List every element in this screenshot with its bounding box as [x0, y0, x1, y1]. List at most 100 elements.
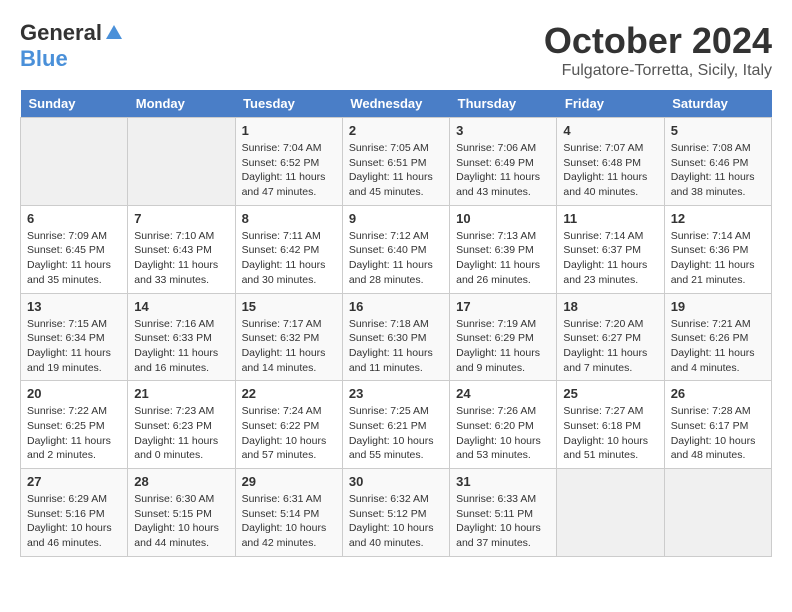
day-number: 13	[27, 299, 121, 314]
day-number: 31	[456, 474, 550, 489]
day-cell: 26Sunrise: 7:28 AM Sunset: 6:17 PM Dayli…	[664, 381, 771, 469]
header-wednesday: Wednesday	[342, 90, 449, 118]
day-info: Sunrise: 7:21 AM Sunset: 6:26 PM Dayligh…	[671, 317, 765, 376]
day-number: 11	[563, 211, 657, 226]
header-sunday: Sunday	[21, 90, 128, 118]
day-info: Sunrise: 7:20 AM Sunset: 6:27 PM Dayligh…	[563, 317, 657, 376]
day-cell: 12 Sunrise: 7:14 AM Sunset: 6:36 PM Dayli…	[664, 205, 771, 293]
day-info: Sunrise: 7:07 AM Sunset: 6:48 PM Dayligh…	[563, 141, 657, 200]
day-info: Sunrise: 7:25 AM Sunset: 6:21 PM Dayligh…	[349, 404, 443, 463]
day-cell: 3 Sunrise: 7:06 AM Sunset: 6:49 PM Daylig…	[450, 118, 557, 206]
day-info: Sunrise: 7:10 AM Sunset: 6:43 PM Dayligh…	[134, 229, 228, 288]
day-info: Sunrise: 7:05 AM Sunset: 6:51 PM Dayligh…	[349, 141, 443, 200]
day-number: 12	[671, 211, 765, 226]
day-cell	[557, 469, 664, 557]
day-info: Sunrise: 6:29 AM Sunset: 5:16 PM Dayligh…	[27, 492, 121, 551]
day-cell: 6 Sunrise: 7:09 AM Sunset: 6:45 PM Daylig…	[21, 205, 128, 293]
day-number: 20	[27, 386, 121, 401]
day-number: 9	[349, 211, 443, 226]
day-info: Sunrise: 6:32 AM Sunset: 5:12 PM Dayligh…	[349, 492, 443, 551]
day-cell: 8Sunrise: 7:11 AM Sunset: 6:42 PM Daylig…	[235, 205, 342, 293]
day-cell: 17Sunrise: 7:19 AM Sunset: 6:29 PM Dayli…	[450, 293, 557, 381]
day-cell: 1Sunrise: 7:04 AM Sunset: 6:52 PM Daylig…	[235, 118, 342, 206]
day-cell: 10 Sunrise: 7:13 AM Sunset: 6:39 PM Dayli…	[450, 205, 557, 293]
day-cell: 24 Sunrise: 7:26 AM Sunset: 6:20 PM Dayli…	[450, 381, 557, 469]
week-row-4: 27 Sunrise: 6:29 AM Sunset: 5:16 PM Dayli…	[21, 469, 772, 557]
day-cell: 21Sunrise: 7:23 AM Sunset: 6:23 PM Dayli…	[128, 381, 235, 469]
logo-blue: Blue	[20, 46, 68, 71]
day-number: 18	[563, 299, 657, 314]
day-info: Sunrise: 7:17 AM Sunset: 6:32 PM Dayligh…	[242, 317, 336, 376]
day-number: 23	[349, 386, 443, 401]
day-cell: 4 Sunrise: 7:07 AM Sunset: 6:48 PM Daylig…	[557, 118, 664, 206]
day-info: Sunrise: 7:24 AM Sunset: 6:22 PM Dayligh…	[242, 404, 336, 463]
logo: General Blue	[20, 20, 123, 72]
day-info: Sunrise: 7:26 AM Sunset: 6:20 PM Dayligh…	[456, 404, 550, 463]
day-cell: 11Sunrise: 7:14 AM Sunset: 6:37 PM Dayli…	[557, 205, 664, 293]
header-thursday: Thursday	[450, 90, 557, 118]
day-cell: 28 Sunrise: 6:30 AM Sunset: 5:15 PM Dayli…	[128, 469, 235, 557]
day-number: 7	[134, 211, 228, 226]
day-info: Sunrise: 7:08 AM Sunset: 6:46 PM Dayligh…	[671, 141, 765, 200]
day-cell: 29 Sunrise: 6:31 AM Sunset: 5:14 PM Dayli…	[235, 469, 342, 557]
day-cell	[664, 469, 771, 557]
day-info: Sunrise: 6:31 AM Sunset: 5:14 PM Dayligh…	[242, 492, 336, 551]
week-row-2: 13 Sunrise: 7:15 AM Sunset: 6:34 PM Dayli…	[21, 293, 772, 381]
day-number: 30	[349, 474, 443, 489]
page-header: General Blue October 2024 Fulgatore-Torr…	[20, 20, 772, 80]
day-number: 2	[349, 123, 443, 138]
day-number: 15	[242, 299, 336, 314]
day-info: Sunrise: 7:16 AM Sunset: 6:33 PM Dayligh…	[134, 317, 228, 376]
day-number: 19	[671, 299, 765, 314]
day-info: Sunrise: 7:04 AM Sunset: 6:52 PM Dayligh…	[242, 141, 336, 200]
day-number: 16	[349, 299, 443, 314]
day-number: 6	[27, 211, 121, 226]
day-info: Sunrise: 6:33 AM Sunset: 5:11 PM Dayligh…	[456, 492, 550, 551]
day-number: 17	[456, 299, 550, 314]
day-info: Sunrise: 7:12 AM Sunset: 6:40 PM Dayligh…	[349, 229, 443, 288]
day-cell: 5Sunrise: 7:08 AM Sunset: 6:46 PM Daylig…	[664, 118, 771, 206]
day-number: 21	[134, 386, 228, 401]
day-info: Sunrise: 7:28 AM Sunset: 6:17 PM Dayligh…	[671, 404, 765, 463]
logo-triangle-icon	[105, 23, 123, 46]
day-info: Sunrise: 7:13 AM Sunset: 6:39 PM Dayligh…	[456, 229, 550, 288]
day-number: 25	[563, 386, 657, 401]
month-title: October 2024	[544, 20, 772, 62]
day-info: Sunrise: 7:06 AM Sunset: 6:49 PM Dayligh…	[456, 141, 550, 200]
day-info: Sunrise: 7:22 AM Sunset: 6:25 PM Dayligh…	[27, 404, 121, 463]
day-cell: 7 Sunrise: 7:10 AM Sunset: 6:43 PM Daylig…	[128, 205, 235, 293]
calendar-header-row: SundayMondayTuesdayWednesdayThursdayFrid…	[21, 90, 772, 118]
day-number: 29	[242, 474, 336, 489]
day-number: 3	[456, 123, 550, 138]
day-cell: 2 Sunrise: 7:05 AM Sunset: 6:51 PM Daylig…	[342, 118, 449, 206]
day-cell: 30 Sunrise: 6:32 AM Sunset: 5:12 PM Dayli…	[342, 469, 449, 557]
day-cell	[21, 118, 128, 206]
day-number: 10	[456, 211, 550, 226]
week-row-0: 1Sunrise: 7:04 AM Sunset: 6:52 PM Daylig…	[21, 118, 772, 206]
day-cell: 25Sunrise: 7:27 AM Sunset: 6:18 PM Dayli…	[557, 381, 664, 469]
day-cell	[128, 118, 235, 206]
header-friday: Friday	[557, 90, 664, 118]
day-info: Sunrise: 7:15 AM Sunset: 6:34 PM Dayligh…	[27, 317, 121, 376]
day-number: 4	[563, 123, 657, 138]
day-info: Sunrise: 7:14 AM Sunset: 6:36 PM Dayligh…	[671, 229, 765, 288]
week-row-1: 6 Sunrise: 7:09 AM Sunset: 6:45 PM Daylig…	[21, 205, 772, 293]
day-cell: 23 Sunrise: 7:25 AM Sunset: 6:21 PM Dayli…	[342, 381, 449, 469]
day-cell: 19 Sunrise: 7:21 AM Sunset: 6:26 PM Dayli…	[664, 293, 771, 381]
day-cell: 16 Sunrise: 7:18 AM Sunset: 6:30 PM Dayli…	[342, 293, 449, 381]
day-info: Sunrise: 7:18 AM Sunset: 6:30 PM Dayligh…	[349, 317, 443, 376]
day-number: 27	[27, 474, 121, 489]
week-row-3: 20 Sunrise: 7:22 AM Sunset: 6:25 PM Dayli…	[21, 381, 772, 469]
day-info: Sunrise: 7:09 AM Sunset: 6:45 PM Dayligh…	[27, 229, 121, 288]
day-cell: 14 Sunrise: 7:16 AM Sunset: 6:33 PM Dayli…	[128, 293, 235, 381]
header-saturday: Saturday	[664, 90, 771, 118]
header-tuesday: Tuesday	[235, 90, 342, 118]
day-number: 24	[456, 386, 550, 401]
day-info: Sunrise: 6:30 AM Sunset: 5:15 PM Dayligh…	[134, 492, 228, 551]
day-cell: 13 Sunrise: 7:15 AM Sunset: 6:34 PM Dayli…	[21, 293, 128, 381]
day-number: 14	[134, 299, 228, 314]
header-monday: Monday	[128, 90, 235, 118]
day-cell: 9 Sunrise: 7:12 AM Sunset: 6:40 PM Daylig…	[342, 205, 449, 293]
day-number: 28	[134, 474, 228, 489]
day-cell: 15 Sunrise: 7:17 AM Sunset: 6:32 PM Dayli…	[235, 293, 342, 381]
